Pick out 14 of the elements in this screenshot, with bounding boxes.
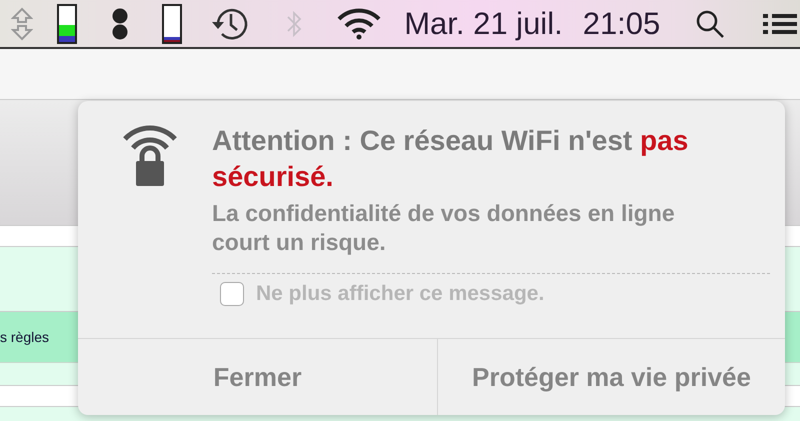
dots-icon[interactable] <box>110 8 129 40</box>
alert-message: La confidentialité de vos données en ligne court un risque. <box>212 199 676 257</box>
wifi-icon[interactable] <box>336 8 382 40</box>
battery-icon[interactable] <box>162 4 182 44</box>
menu-bar-time[interactable]: 21:05 <box>582 6 660 42</box>
menu-icon[interactable] <box>763 12 798 34</box>
rule-label: s règles <box>0 329 50 345</box>
dont-show-label: Ne plus afficher ce message. <box>256 282 544 306</box>
alert-headline: Attention : Ce réseau WiFi n'est pas sécurisé. <box>212 124 690 194</box>
dont-show-checkbox[interactable] <box>220 282 244 306</box>
search-icon[interactable] <box>695 8 726 38</box>
wifi-lock-icon <box>120 123 180 187</box>
battery-icon[interactable] <box>57 4 78 44</box>
menu-bar-date[interactable]: Mar. 21 juil. <box>404 6 563 42</box>
